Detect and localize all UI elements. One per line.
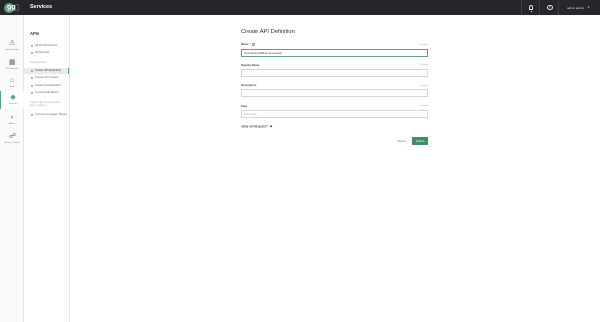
nav-item-access-control[interactable]: ☍ Access Control	[0, 130, 24, 151]
sidebar-item-label: Create API Definition	[35, 67, 61, 72]
name-hint: Required	[419, 43, 428, 46]
nav-label: Alerts	[9, 123, 15, 125]
description-input[interactable]	[241, 89, 428, 97]
top-bar: gg Services ? admin admin ▾	[0, 0, 600, 15]
tags-label: Tags	[241, 103, 248, 108]
grid-icon: ▦	[9, 59, 16, 66]
description-hint: Optional	[419, 84, 428, 87]
nav-label: Tools	[9, 86, 15, 88]
sidebar-item-create-presidential[interactable]: Create Presidential A	[24, 83, 69, 89]
users-icon: ☍	[9, 133, 17, 140]
plus-icon	[31, 77, 33, 79]
nav-label: Services	[8, 103, 18, 105]
display-name-hint: Optional	[419, 64, 428, 66]
name-label: Name *	[241, 42, 255, 47]
main-content: Create API Definition Name * Required /m…	[70, 15, 600, 322]
link-icon	[31, 113, 33, 116]
diamond-icon: ◆	[10, 94, 16, 101]
display-name-label: Display Name	[241, 62, 260, 67]
sidebar-item-api-portals[interactable]: API Portals	[24, 50, 69, 56]
app-logo[interactable]: gg	[4, 2, 16, 13]
view-api-request-toggle[interactable]: VIEW API REQUEST	[241, 124, 273, 129]
plus-icon	[31, 69, 33, 72]
name-label-text: Name *	[241, 42, 251, 47]
sidebar-item-connect-apigee[interactable]: Connect to Apigee Tenant	[24, 112, 69, 118]
nav-label: Infrastructure	[5, 49, 19, 51]
bell-icon[interactable]	[529, 4, 533, 12]
sidebar-item-create-data-model[interactable]: Create Data Model	[24, 90, 69, 96]
nav-label: Access Control	[4, 142, 20, 144]
plus-icon	[31, 84, 33, 87]
sidebar-item-label: Create Presidential A	[35, 82, 62, 87]
nav-item-alerts[interactable]: ♁ Alerts	[0, 111, 24, 132]
app-switcher-icon[interactable]	[15, 4, 19, 11]
chevron-down-icon	[269, 124, 273, 128]
tags-input[interactable]: Enter tags	[241, 109, 428, 118]
sidebar-item-create-api-definition[interactable]: Create API Definition	[24, 67, 69, 74]
list-icon	[31, 44, 33, 47]
nav-item-services[interactable]: ◆ Services	[0, 91, 24, 109]
nav-item-infrastructure[interactable]: ⚠ Infrastructure	[0, 37, 24, 58]
nav-label: Dashboards	[6, 68, 18, 70]
help-icon[interactable]: ?	[547, 4, 553, 10]
warning-icon: ⚠	[9, 40, 16, 47]
info-icon[interactable]	[251, 43, 255, 46]
topbar-divider	[521, 0, 522, 15]
sidebar-item-label: All API Definitions	[35, 42, 58, 47]
user-menu[interactable]: admin admin	[567, 6, 584, 10]
plus-icon	[31, 92, 33, 94]
topbar-divider	[558, 0, 559, 15]
lightbulb-icon: ♁	[9, 114, 15, 121]
topbar-divider	[539, 0, 540, 15]
view-api-request-label: VIEW API REQUEST	[241, 124, 268, 129]
sidebar-item-all-api-definitions[interactable]: All API Definitions	[24, 43, 69, 49]
display-name-input[interactable]	[241, 68, 428, 77]
sidebar-title: APIs	[30, 31, 40, 36]
name-input[interactable]: /mumbaistrvallfibamericore/api	[241, 49, 428, 57]
cancel-button[interactable]: Cancel	[397, 138, 406, 145]
form-title: Create API Definition	[241, 29, 295, 35]
sidebar-item-label: Create Data Model	[35, 90, 59, 95]
sidebar-item-label: Connect to Apigee Tenant	[35, 111, 67, 116]
page-title: Services	[30, 4, 53, 10]
description-label: Description	[241, 83, 257, 87]
left-nav: ⚠ Infrastructure ▦ Dashboards ⌂ Tools ◆ …	[0, 15, 24, 322]
tags-hint: Optional	[419, 105, 428, 107]
sidebar-item-label: Create API Version	[35, 75, 59, 80]
services-sidebar: APIs All API Definitions API Portals DEF…	[24, 15, 70, 322]
toolbox-icon: ⌂	[9, 77, 15, 84]
submit-button[interactable]: Submit	[412, 137, 428, 145]
sidebar-section-define: DEFINE AN API	[30, 62, 47, 64]
chevron-down-icon[interactable]: ▾	[588, 5, 590, 9]
sidebar-item-label: API Portals	[35, 49, 49, 54]
sidebar-section-external: CREATE AN EXTERNAL API AND CONNECT	[30, 102, 61, 107]
sidebar-item-create-api-version[interactable]: Create API Version	[24, 75, 69, 81]
portal-icon	[31, 51, 33, 54]
